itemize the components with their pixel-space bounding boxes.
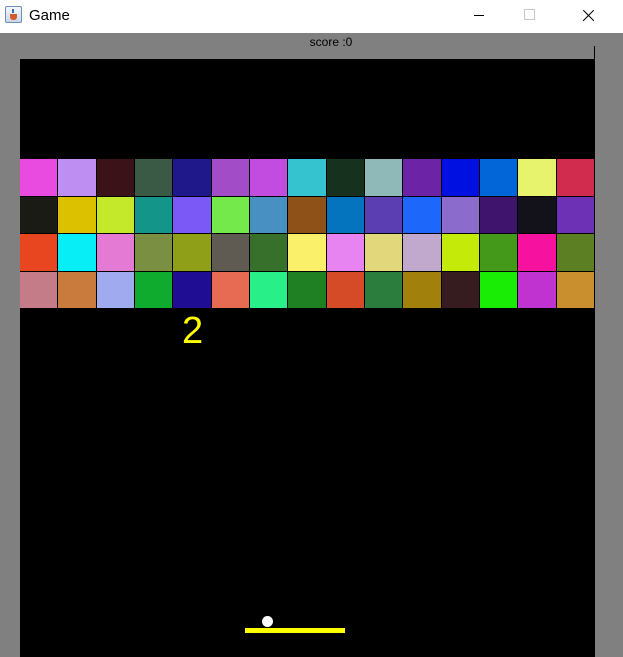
brick (327, 234, 364, 271)
brick (327, 272, 364, 308)
maximize-icon (524, 9, 535, 20)
brick (97, 234, 134, 271)
brick (480, 272, 517, 308)
brick (97, 272, 134, 308)
brick (58, 272, 96, 308)
brick (403, 197, 441, 233)
brick (212, 234, 249, 271)
brick (557, 234, 594, 271)
brick (365, 272, 402, 308)
brick (250, 159, 287, 196)
brick-grid (20, 159, 595, 309)
brick (97, 197, 134, 233)
brick (403, 234, 441, 271)
brick (135, 234, 172, 271)
java-cup-icon (5, 6, 22, 23)
brick (557, 272, 594, 308)
paddle[interactable] (245, 628, 345, 633)
frame-divider (594, 46, 595, 59)
brick (58, 159, 96, 196)
ball (262, 616, 273, 627)
brick (288, 159, 326, 196)
minimize-icon (474, 15, 484, 16)
brick (20, 234, 57, 271)
brick (288, 234, 326, 271)
brick (20, 272, 57, 308)
brick (518, 234, 556, 271)
score-label: score :0 (309, 35, 353, 49)
brick (58, 197, 96, 233)
brick (403, 159, 441, 196)
brick (173, 159, 211, 196)
level-counter: 2 (182, 310, 204, 352)
brick (288, 197, 326, 233)
brick (557, 159, 594, 196)
brick (480, 159, 517, 196)
brick (173, 272, 211, 308)
brick (327, 197, 364, 233)
brick (173, 197, 211, 233)
maximize-button[interactable] (506, 0, 552, 33)
brick (20, 197, 57, 233)
brick (557, 197, 594, 233)
brick (442, 197, 479, 233)
brick (135, 272, 172, 308)
brick (442, 234, 479, 271)
brick (250, 234, 287, 271)
brick (518, 197, 556, 233)
brick (173, 234, 211, 271)
brick (442, 272, 479, 308)
brick (518, 159, 556, 196)
brick (480, 234, 517, 271)
brick (365, 197, 402, 233)
brick (403, 272, 441, 308)
brick (365, 159, 402, 196)
brick (97, 159, 134, 196)
brick (288, 272, 326, 308)
brick (250, 272, 287, 308)
brick (20, 159, 57, 196)
brick (135, 197, 172, 233)
brick (442, 159, 479, 196)
close-button[interactable] (565, 0, 611, 33)
brick (58, 234, 96, 271)
brick (365, 234, 402, 271)
game-board[interactable]: 2 (20, 59, 595, 657)
window-title: Game (29, 7, 70, 24)
minimize-button[interactable] (463, 0, 509, 33)
brick (480, 197, 517, 233)
brick (212, 159, 249, 196)
brick (250, 197, 287, 233)
brick (135, 159, 172, 196)
title-bar: Game (0, 0, 623, 33)
brick (212, 272, 249, 308)
brick (212, 197, 249, 233)
brick (327, 159, 364, 196)
brick (518, 272, 556, 308)
